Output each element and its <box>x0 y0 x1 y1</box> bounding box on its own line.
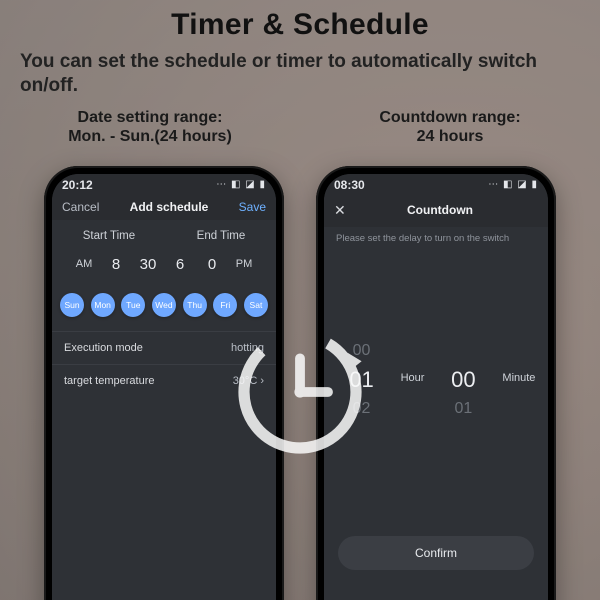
status-clock: 20:12 <box>62 178 93 192</box>
clock-icon <box>230 322 370 462</box>
nav-title: Countdown <box>342 203 538 217</box>
page-title: Timer & Schedule <box>0 0 600 42</box>
day-sun[interactable]: Sun <box>60 293 84 317</box>
page-subtitle: You can set the schedule or timer to aut… <box>0 42 600 102</box>
picker-am[interactable]: AM <box>73 258 95 270</box>
status-icons: ⋯ ◧ ◪ ▮ <box>216 179 266 190</box>
picker-start-hour[interactable]: 8 <box>105 256 127 273</box>
status-icons: ⋯ ◧ ◪ ▮ <box>488 179 538 190</box>
day-thu[interactable]: Thu <box>183 293 207 317</box>
minute-next: 01 <box>434 396 492 422</box>
status-bar: 20:12 ⋯ ◧ ◪ ▮ <box>52 174 276 194</box>
day-sat[interactable]: Sat <box>244 293 268 317</box>
day-wed[interactable]: Wed <box>152 293 176 317</box>
caption-left: Date setting range: Mon. - Sun.(24 hours… <box>0 108 300 146</box>
confirm-button[interactable]: Confirm <box>338 536 534 570</box>
day-fri[interactable]: Fri <box>213 293 237 317</box>
save-button[interactable]: Save <box>239 200 266 214</box>
caption-right: Countdown range: 24 hours <box>300 108 600 146</box>
minute-wheel[interactable]: 00 01 <box>434 356 492 422</box>
picker-start-min[interactable]: 30 <box>137 256 159 273</box>
picker-end-hour[interactable]: 6 <box>169 256 191 273</box>
time-picker[interactable]: AM 8 30 6 0 PM <box>52 246 276 287</box>
nav-bar: Cancel Add schedule Save <box>52 194 276 220</box>
status-bar: 08:30 ⋯ ◧ ◪ ▮ <box>324 174 548 194</box>
nav-bar: ✕ Countdown <box>324 194 548 227</box>
day-tue[interactable]: Tue <box>121 293 145 317</box>
hour-unit: Hour <box>397 372 429 388</box>
picker-end-min[interactable]: 0 <box>201 256 223 273</box>
time-headers: Start Time End Time <box>52 220 276 246</box>
cancel-button[interactable]: Cancel <box>62 200 99 214</box>
execution-mode-label: Execution mode <box>64 342 143 354</box>
nav-title: Add schedule <box>130 200 209 214</box>
start-time-label: Start Time <box>83 230 135 242</box>
minute-prev <box>434 356 492 364</box>
target-temperature-label: target temperature <box>64 375 155 387</box>
picker-pm[interactable]: PM <box>233 258 255 270</box>
hint-text: Please set the delay to turn on the swit… <box>324 227 548 258</box>
day-mon[interactable]: Mon <box>91 293 115 317</box>
end-time-label: End Time <box>197 230 246 242</box>
status-clock: 08:30 <box>334 178 365 192</box>
minute-selected: 00 <box>434 364 492 396</box>
minute-unit: Minute <box>498 372 539 388</box>
